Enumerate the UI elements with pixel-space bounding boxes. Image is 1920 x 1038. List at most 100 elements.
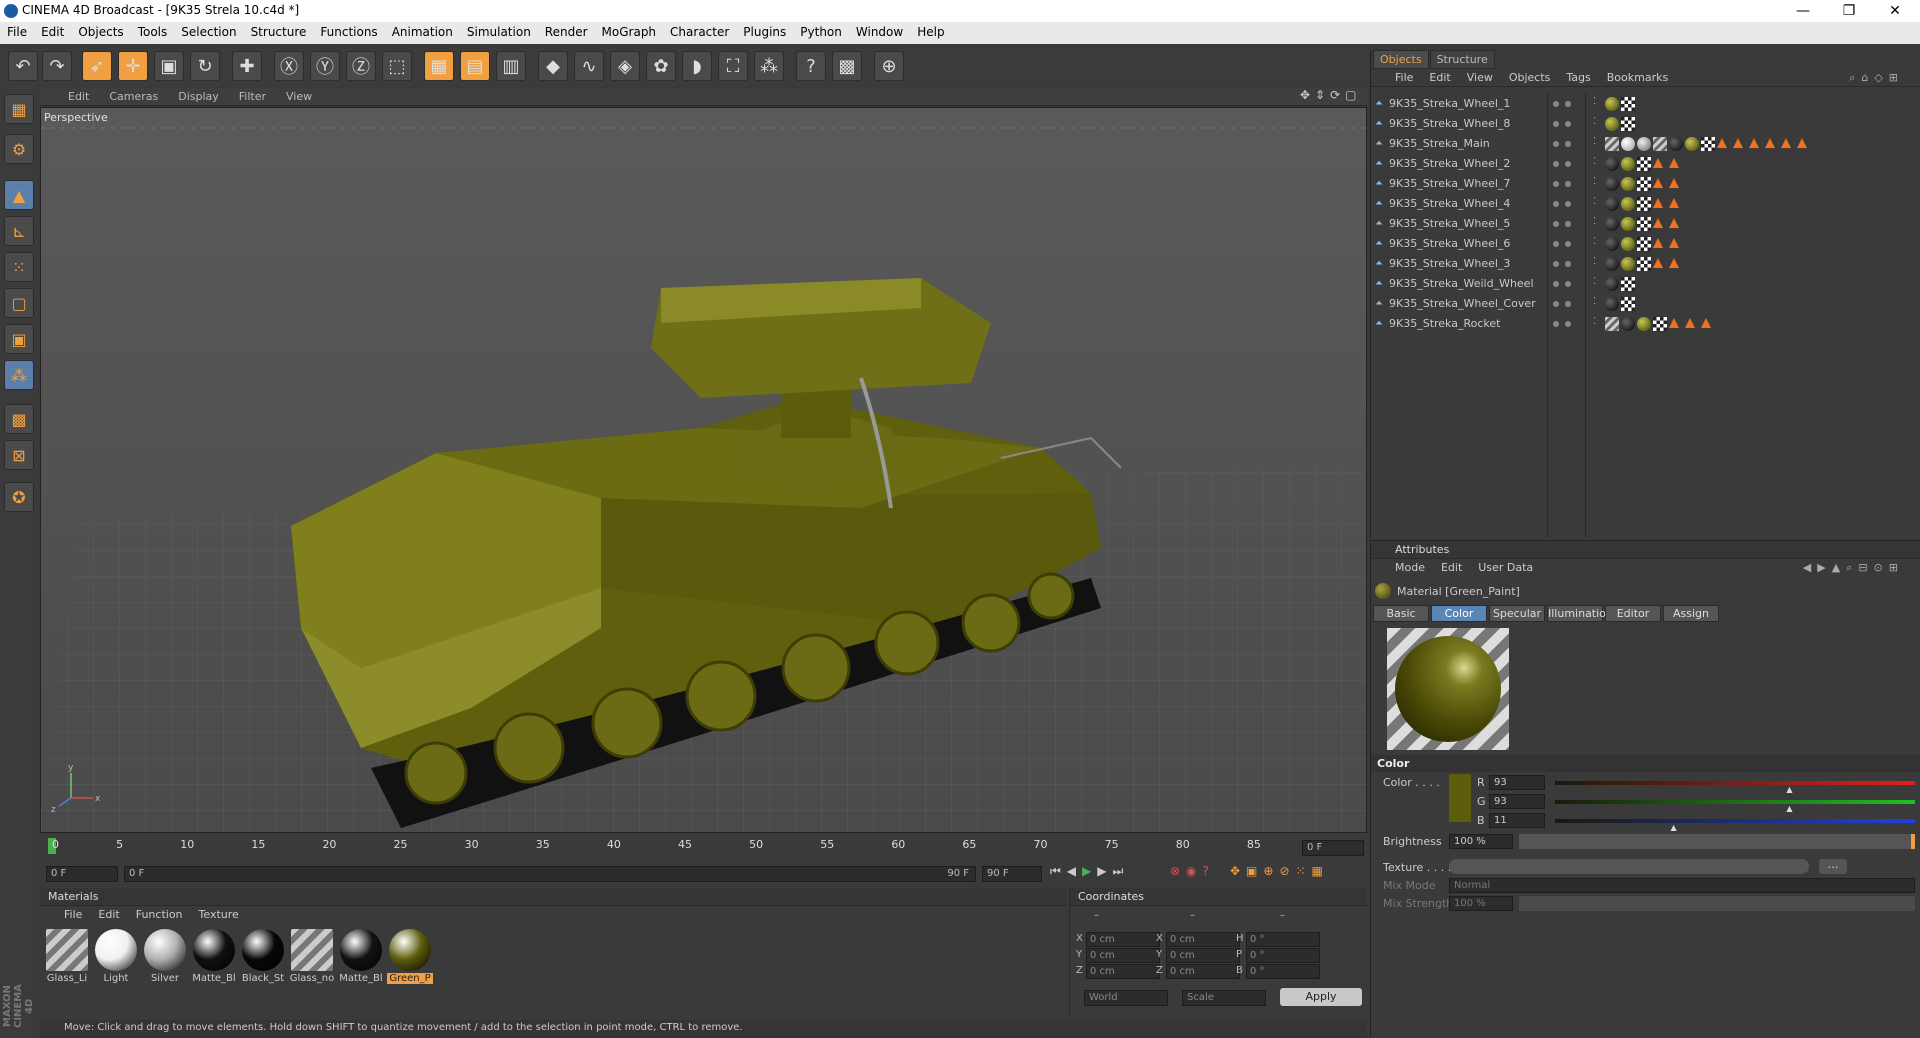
- material-swatch[interactable]: Matte_Bl: [191, 929, 237, 989]
- render-settings-icon[interactable]: ▥: [496, 51, 526, 81]
- phong-tag-icon[interactable]: ⁚: [1593, 196, 1596, 207]
- frame-range-slider[interactable]: 0 F 90 F: [124, 866, 976, 882]
- material-tag-icon[interactable]: [1605, 157, 1619, 171]
- coord-value-field[interactable]: 0 cm: [1086, 964, 1160, 979]
- selection-tag-icon[interactable]: [1653, 218, 1663, 228]
- nurbs-icon[interactable]: ◈: [610, 51, 640, 81]
- attribute-tab-color[interactable]: Color: [1431, 605, 1487, 622]
- phong-tag-icon[interactable]: ⁚: [1593, 136, 1596, 147]
- material-tag-icon[interactable]: [1605, 177, 1619, 191]
- attributes-menu-edit[interactable]: Edit: [1433, 561, 1470, 574]
- material-swatch[interactable]: Glass_Li: [44, 929, 90, 989]
- scene-icon[interactable]: ⛶: [718, 51, 748, 81]
- coord-value-field[interactable]: 0 °: [1246, 964, 1320, 979]
- phong-tag-icon[interactable]: ⁚: [1593, 276, 1596, 287]
- uvw-tag-icon[interactable]: [1621, 277, 1635, 291]
- phong-tag-icon[interactable]: ⁚: [1593, 156, 1596, 167]
- object-row[interactable]: ⏶ 9K35_Streka_Wheel_7 ⁚: [1373, 174, 1913, 194]
- y-axis-lock-icon[interactable]: Ⓨ: [310, 51, 340, 81]
- menu-simulation[interactable]: Simulation: [460, 22, 538, 42]
- layout-icon[interactable]: ▦: [4, 94, 34, 124]
- texture-browse-button[interactable]: …: [1819, 859, 1847, 874]
- material-tag-icon[interactable]: [1637, 137, 1651, 151]
- world-dropdown[interactable]: World: [1084, 990, 1168, 1006]
- editor-visibility-dot[interactable]: [1553, 241, 1559, 247]
- menu-render[interactable]: Render: [538, 22, 595, 42]
- array-icon[interactable]: ✿: [646, 51, 676, 81]
- script-manager-icon[interactable]: ▩: [832, 51, 862, 81]
- glass-material-tag-icon[interactable]: [1605, 137, 1619, 151]
- snapping-icon[interactable]: ✪: [4, 482, 34, 512]
- material-swatch[interactable]: Matte_Bl: [338, 929, 384, 989]
- material-swatch[interactable]: Light: [93, 929, 139, 989]
- b-slider[interactable]: ▲: [1555, 819, 1915, 832]
- mix-strength-value[interactable]: 100 %: [1449, 896, 1513, 911]
- object-row[interactable]: ⏶ 9K35_Streka_Wheel_Cover ⁚: [1373, 294, 1913, 314]
- editor-visibility-dot[interactable]: [1553, 301, 1559, 307]
- tab-structure[interactable]: Structure: [1429, 50, 1495, 69]
- model-mode-icon[interactable]: ▲: [4, 180, 34, 210]
- material-swatch[interactable]: Green_P: [387, 929, 433, 989]
- coord-value-field[interactable]: 0 cm: [1166, 964, 1240, 979]
- uvw-tag-icon[interactable]: [1637, 237, 1651, 251]
- objects-menu-edit[interactable]: Edit: [1421, 71, 1458, 84]
- render-picture-viewer-icon[interactable]: ▤: [460, 51, 490, 81]
- render-visibility-dot[interactable]: [1565, 281, 1571, 287]
- selection-tag-icon[interactable]: [1669, 258, 1679, 268]
- add-object-icon[interactable]: ✚: [232, 51, 262, 81]
- coord-value-field[interactable]: 0 cm: [1166, 932, 1240, 947]
- r-value[interactable]: 93: [1489, 775, 1545, 790]
- editor-visibility-dot[interactable]: [1553, 261, 1559, 267]
- selection-tag-icon[interactable]: [1669, 178, 1679, 188]
- uvw-tag-icon[interactable]: [1637, 257, 1651, 271]
- viewport-menu-view[interactable]: View: [276, 88, 322, 105]
- particles-icon[interactable]: ⁂: [754, 51, 784, 81]
- selection-tag-icon[interactable]: [1653, 258, 1663, 268]
- glass-material-tag-icon[interactable]: [1653, 137, 1667, 151]
- menu-selection[interactable]: Selection: [174, 22, 243, 42]
- selection-tag-icon[interactable]: [1669, 218, 1679, 228]
- uvw-tag-icon[interactable]: [1653, 317, 1667, 331]
- editor-visibility-dot[interactable]: [1553, 321, 1559, 327]
- coord-value-field[interactable]: 0 °: [1246, 948, 1320, 963]
- r-slider[interactable]: ▲: [1555, 781, 1915, 794]
- selection-tag-icon[interactable]: [1685, 318, 1695, 328]
- start-frame-field[interactable]: 0 F: [46, 866, 118, 882]
- render-visibility-dot[interactable]: [1565, 101, 1571, 107]
- render-visibility-dot[interactable]: [1565, 201, 1571, 207]
- editor-visibility-dot[interactable]: [1553, 181, 1559, 187]
- uvw-mode-icon[interactable]: ⁂: [4, 360, 34, 390]
- close-button[interactable]: ✕: [1872, 1, 1918, 21]
- render-visibility-dot[interactable]: [1565, 121, 1571, 127]
- render-visibility-dot[interactable]: [1565, 241, 1571, 247]
- deformer-icon[interactable]: ◗: [682, 51, 712, 81]
- material-tag-icon[interactable]: [1621, 237, 1635, 251]
- viewport-menu-filter[interactable]: Filter: [229, 88, 276, 105]
- phong-tag-icon[interactable]: ⁚: [1593, 176, 1596, 187]
- material-tag-icon[interactable]: [1621, 197, 1635, 211]
- b-value[interactable]: 11: [1489, 813, 1545, 828]
- material-tag-icon[interactable]: [1621, 317, 1635, 331]
- attribute-tab-specular[interactable]: Specular: [1489, 605, 1545, 622]
- attribute-tab-assign[interactable]: Assign: [1663, 605, 1719, 622]
- selection-tag-icon[interactable]: [1797, 138, 1807, 148]
- object-row[interactable]: ⏶ 9K35_Streka_Main ⁚: [1373, 134, 1913, 154]
- menu-functions[interactable]: Functions: [313, 22, 384, 42]
- material-tag-icon[interactable]: [1605, 257, 1619, 271]
- viewport-nav-icons[interactable]: ✥⇕⟳▢: [1300, 88, 1362, 102]
- editor-visibility-dot[interactable]: [1553, 201, 1559, 207]
- selection-tag-icon[interactable]: [1669, 318, 1679, 328]
- editor-visibility-dot[interactable]: [1553, 141, 1559, 147]
- menu-python[interactable]: Python: [793, 22, 849, 42]
- coord-value-field[interactable]: 0 cm: [1166, 948, 1240, 963]
- redo-icon[interactable]: ↷: [42, 51, 72, 81]
- selection-tag-icon[interactable]: [1669, 238, 1679, 248]
- brightness-slider[interactable]: [1519, 834, 1915, 849]
- material-tag-icon[interactable]: [1605, 117, 1619, 131]
- x-axis-lock-icon[interactable]: Ⓧ: [274, 51, 304, 81]
- minimize-button[interactable]: —: [1780, 1, 1826, 21]
- attribute-tab-illumination[interactable]: Illumination: [1547, 605, 1613, 622]
- coordinate-system-icon[interactable]: ⬚: [382, 51, 412, 81]
- phong-tag-icon[interactable]: ⁚: [1593, 316, 1596, 327]
- attributes-nav-icons[interactable]: ◀▶▲⌕⊟⊙⊞: [1795, 561, 1912, 575]
